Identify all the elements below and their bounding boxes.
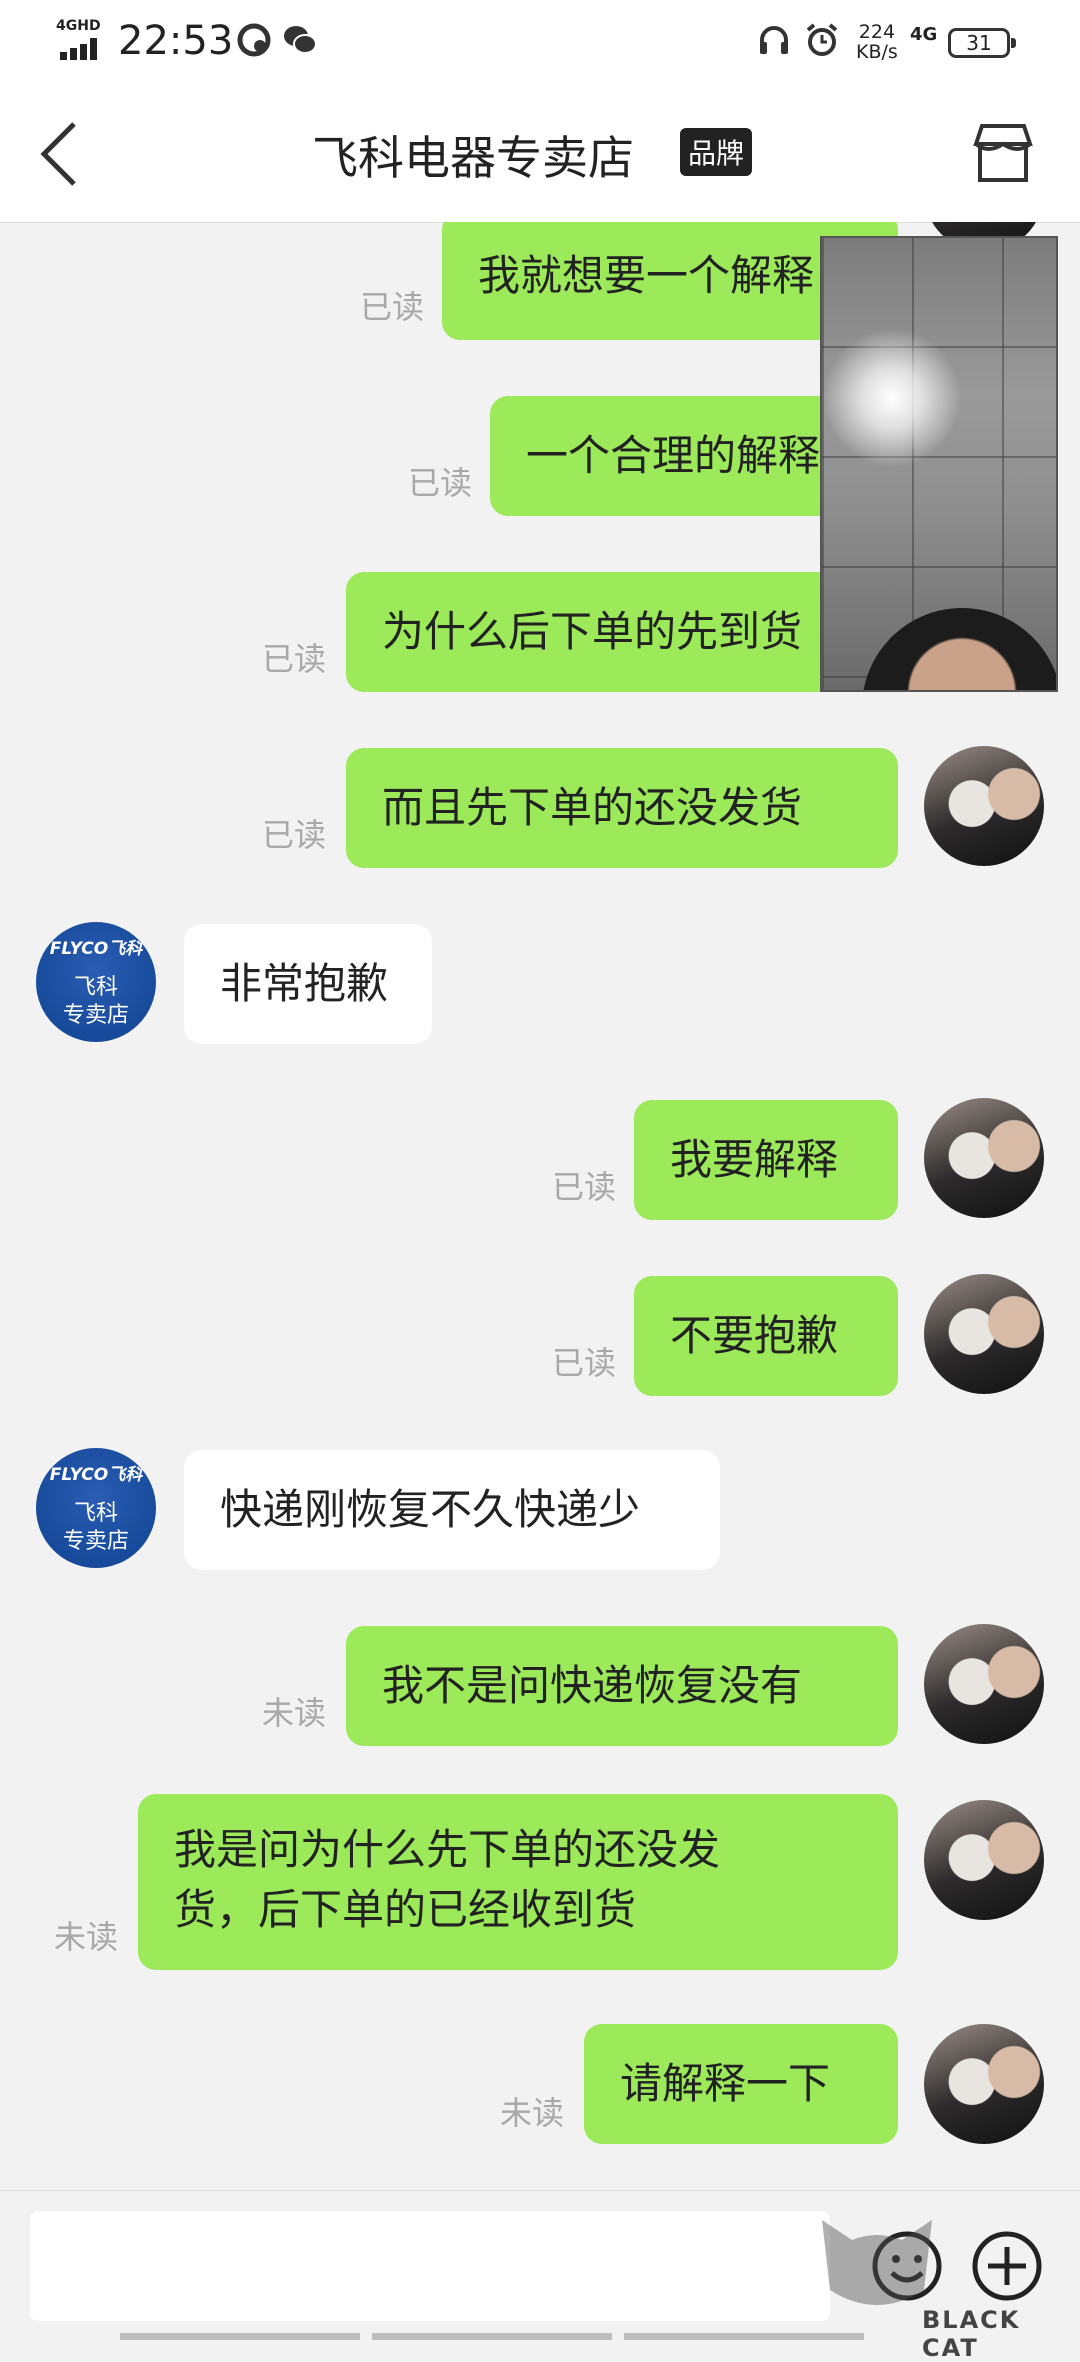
read-status: 已读 — [552, 1344, 617, 1382]
back-arrow-icon[interactable] — [30, 114, 90, 194]
status-bar: 4GHD 22:53 224 KB/s 4G 31 — [0, 0, 1080, 84]
message-bubble[interactable]: 我是问为什么先下单的还没发 货，后下单的已经收到货 — [138, 1794, 898, 1970]
read-status: 未读 — [54, 1918, 119, 1956]
shop-icon[interactable] — [968, 118, 1038, 188]
shop-avatar[interactable]: FLYCO飞科 飞科 专卖店 — [36, 1448, 156, 1568]
message-bubble[interactable]: 而且先下单的还没发货 — [346, 748, 898, 868]
message-input[interactable] — [30, 2211, 830, 2321]
read-status: 已读 — [360, 288, 425, 326]
battery-icon: 31 — [948, 28, 1016, 58]
signal-icon — [60, 38, 106, 60]
message-bubble[interactable]: 请解释一下 — [584, 2024, 898, 2144]
read-status: 已读 — [262, 816, 327, 854]
network-badge: 4GHD — [56, 18, 101, 34]
read-status: 已读 — [552, 1168, 617, 1206]
watermark: BLACK CAT — [812, 2210, 1080, 2362]
cat-logo-icon — [822, 2220, 932, 2305]
page-title: 飞科电器专卖店 — [312, 131, 634, 185]
shop-avatar[interactable]: FLYCO飞科 飞科 专卖店 — [36, 922, 156, 1042]
read-status: 未读 — [262, 1694, 327, 1732]
status-time: 22:53 — [118, 18, 234, 64]
message-bubble[interactable]: 不要抱歉 — [634, 1276, 898, 1396]
user-avatar[interactable] — [924, 2024, 1044, 2144]
user-avatar[interactable] — [924, 1800, 1044, 1920]
message-bubble[interactable]: 为什么后下单的先到货 — [346, 572, 898, 692]
network-speed: 224 KB/s — [856, 21, 898, 63]
net-type: 4G — [910, 24, 938, 45]
user-avatar[interactable] — [924, 1624, 1044, 1744]
read-status: 已读 — [408, 464, 473, 502]
read-status: 未读 — [500, 2094, 565, 2132]
user-avatar[interactable] — [924, 746, 1044, 866]
alarm-icon — [806, 23, 838, 56]
brand-badge: 品牌 — [680, 128, 753, 176]
user-avatar[interactable] — [924, 1098, 1044, 1218]
message-bubble[interactable]: 快递刚恢复不久快递少 — [184, 1450, 720, 1570]
message-bubble[interactable]: 我不是问快递恢复没有 — [346, 1626, 898, 1746]
headphones-icon — [760, 26, 788, 54]
message-bubble[interactable]: 非常抱歉 — [184, 924, 432, 1044]
user-avatar[interactable] — [924, 1274, 1044, 1394]
read-status: 已读 — [262, 640, 327, 678]
nav-bar-indicator — [120, 2333, 360, 2340]
browser-icon — [237, 23, 271, 57]
nav-bar-indicator — [372, 2333, 612, 2340]
nav-bar: 飞科电器专卖店 品牌 — [0, 84, 1080, 223]
message-bubble[interactable]: 我要解释 — [634, 1100, 898, 1220]
video-preview[interactable] — [820, 236, 1058, 692]
wechat-icon — [284, 26, 317, 54]
nav-bar-indicator — [624, 2333, 864, 2340]
